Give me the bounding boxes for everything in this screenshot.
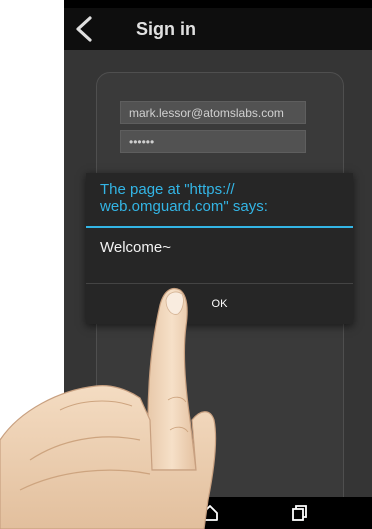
dialog-title: The page at "https:// web.omguard.com" s… <box>100 181 268 215</box>
dialog-title-divider <box>86 226 353 228</box>
ok-button[interactable]: OK <box>86 284 353 324</box>
recents-button[interactable] <box>278 497 318 529</box>
recents-icon <box>292 505 307 521</box>
home-button[interactable] <box>190 497 230 529</box>
home-icon <box>202 505 218 521</box>
dialog-message: Welcome~ <box>100 239 172 256</box>
phone-screen: Sign in mark.lessor@atomslabs.com ••••••… <box>64 0 372 529</box>
navigation-bar <box>64 497 372 529</box>
alert-dialog: The page at "https:// web.omguard.com" s… <box>86 173 353 324</box>
